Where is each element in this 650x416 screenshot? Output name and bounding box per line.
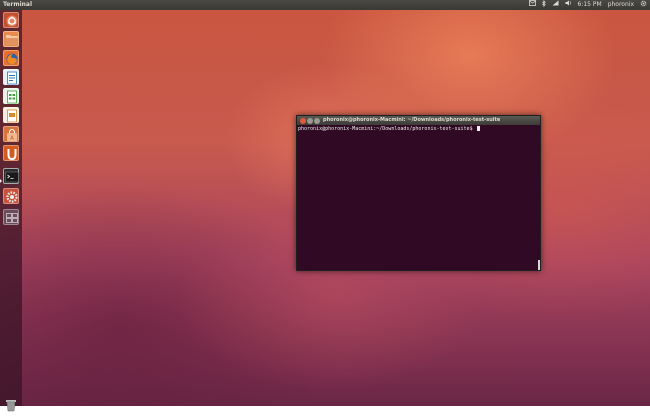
terminal-title: phoronix@phoronix-Macmini: ~/Downloads/p…: [323, 117, 501, 123]
network-icon[interactable]: [552, 0, 559, 10]
svg-text:A: A: [10, 136, 14, 142]
folder-icon: [6, 35, 18, 45]
launcher-dash-home[interactable]: [3, 12, 19, 28]
top-panel: Terminal 6:15 PM phoronix: [0, 0, 650, 10]
shopping-bag-icon: A: [7, 128, 17, 142]
speaker-icon[interactable]: [565, 0, 572, 10]
impress-icon: [7, 109, 17, 123]
launcher-files[interactable]: [3, 31, 19, 47]
clock[interactable]: 6:15 PM: [578, 0, 602, 10]
calc-icon: [7, 90, 17, 104]
firefox-icon: [6, 53, 18, 65]
gear-icon[interactable]: [640, 0, 647, 11]
launcher-terminal[interactable]: [3, 168, 19, 184]
writer-icon: [7, 71, 17, 85]
launcher-trash[interactable]: [3, 396, 19, 412]
settings-icon: [6, 191, 18, 203]
workspaces-icon: [6, 213, 18, 223]
terminal-output[interactable]: phoronix@phoronix-Macmini:~/Downloads/ph…: [298, 126, 480, 132]
maximize-icon[interactable]: [314, 117, 320, 124]
bluetooth-icon[interactable]: [541, 0, 546, 11]
indicator-tray: 6:15 PM phoronix: [528, 0, 648, 11]
resize-grip[interactable]: [538, 260, 540, 270]
launcher-system-settings[interactable]: [3, 188, 19, 204]
ubuntu-logo-icon: [6, 15, 18, 27]
envelope-icon[interactable]: [528, 0, 536, 10]
terminal-titlebar[interactable]: phoronix@phoronix-Macmini: ~/Downloads/p…: [297, 116, 540, 125]
close-icon[interactable]: [300, 117, 306, 124]
terminal-window[interactable]: phoronix@phoronix-Macmini: ~/Downloads/p…: [296, 115, 541, 271]
text-cursor: [476, 126, 480, 131]
launcher-libreoffice-calc[interactable]: [3, 88, 19, 104]
user-name[interactable]: phoronix: [608, 0, 634, 10]
launcher-firefox[interactable]: [3, 50, 19, 66]
trash-icon: [6, 400, 16, 412]
ubuntu-one-icon: [7, 149, 17, 161]
launcher-software-center[interactable]: A: [3, 126, 19, 142]
launcher-libreoffice-impress[interactable]: [3, 107, 19, 123]
terminal-icon: [5, 171, 19, 183]
launcher-ubuntu-one[interactable]: [3, 145, 19, 161]
minimize-icon[interactable]: [307, 117, 313, 124]
active-app-title: Terminal: [3, 1, 33, 8]
launcher-libreoffice-writer[interactable]: [3, 69, 19, 85]
terminal-prompt: phoronix@phoronix-Macmini:~/Downloads/ph…: [298, 126, 476, 132]
launcher: A: [0, 10, 22, 412]
running-indicator: [0, 179, 2, 183]
launcher-workspace-switcher[interactable]: [3, 209, 19, 225]
